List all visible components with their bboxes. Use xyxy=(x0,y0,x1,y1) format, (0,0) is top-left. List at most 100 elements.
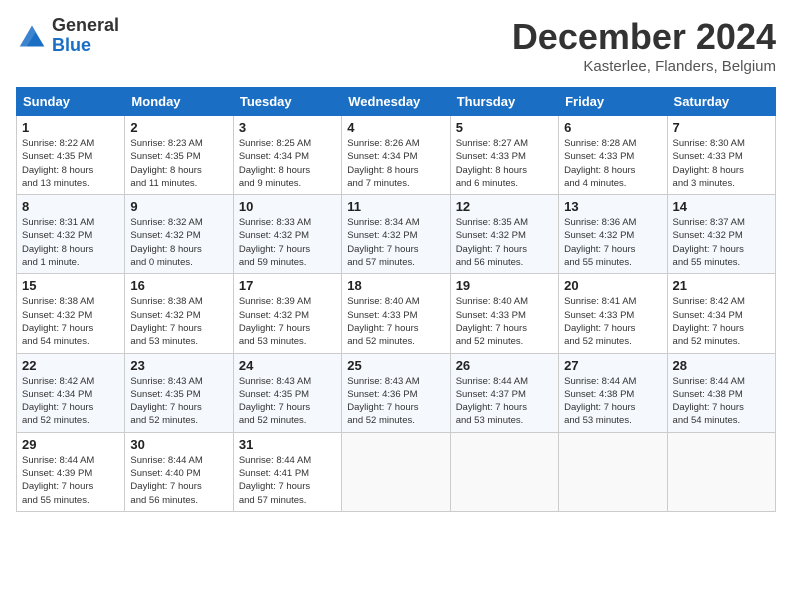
column-header-saturday: Saturday xyxy=(667,88,775,116)
calendar-cell xyxy=(450,432,558,511)
logo-blue: Blue xyxy=(52,36,119,56)
calendar-cell: 9Sunrise: 8:32 AMSunset: 4:32 PMDaylight… xyxy=(125,195,233,274)
day-info: Sunrise: 8:39 AMSunset: 4:32 PMDaylight:… xyxy=(239,295,336,348)
day-number: 11 xyxy=(347,199,444,214)
day-info: Sunrise: 8:26 AMSunset: 4:34 PMDaylight:… xyxy=(347,137,444,190)
logo-general: General xyxy=(52,16,119,36)
column-header-wednesday: Wednesday xyxy=(342,88,450,116)
day-number: 17 xyxy=(239,278,336,293)
day-info: Sunrise: 8:43 AMSunset: 4:35 PMDaylight:… xyxy=(239,375,336,428)
calendar-cell: 29Sunrise: 8:44 AMSunset: 4:39 PMDayligh… xyxy=(17,432,125,511)
calendar-cell: 16 Sunrise: 8:38 AMSunset: 4:32 PMDayligh… xyxy=(125,274,233,353)
location: Kasterlee, Flanders, Belgium xyxy=(512,58,776,75)
day-info: Sunrise: 8:36 AMSunset: 4:32 PMDaylight:… xyxy=(564,216,661,269)
day-info: Sunrise: 8:31 AMSunset: 4:32 PMDaylight:… xyxy=(22,216,119,269)
logo-icon xyxy=(16,22,48,50)
calendar-cell: 8 Sunrise: 8:31 AMSunset: 4:32 PMDaylight… xyxy=(17,195,125,274)
day-number: 15 xyxy=(22,278,119,293)
day-info: Sunrise: 8:22 AMSunset: 4:35 PMDaylight:… xyxy=(22,137,119,190)
calendar-cell: 21 Sunrise: 8:42 AMSunset: 4:34 PMDayligh… xyxy=(667,274,775,353)
day-info: Sunrise: 8:43 AMSunset: 4:35 PMDaylight:… xyxy=(130,375,227,428)
day-number: 13 xyxy=(564,199,661,214)
day-info: Sunrise: 8:34 AMSunset: 4:32 PMDaylight:… xyxy=(347,216,444,269)
day-number: 8 xyxy=(22,199,119,214)
title-block: December 2024 Kasterlee, Flanders, Belgi… xyxy=(512,16,776,75)
month-title: December 2024 xyxy=(512,16,776,58)
day-info: Sunrise: 8:35 AMSunset: 4:32 PMDaylight:… xyxy=(456,216,553,269)
calendar-week-2: 8 Sunrise: 8:31 AMSunset: 4:32 PMDaylight… xyxy=(17,195,776,274)
calendar-week-5: 29Sunrise: 8:44 AMSunset: 4:39 PMDayligh… xyxy=(17,432,776,511)
calendar-cell: 13 Sunrise: 8:36 AMSunset: 4:32 PMDayligh… xyxy=(559,195,667,274)
day-number: 9 xyxy=(130,199,227,214)
logo: General Blue xyxy=(16,16,119,56)
day-number: 26 xyxy=(456,358,553,373)
day-number: 10 xyxy=(239,199,336,214)
day-info: Sunrise: 8:33 AMSunset: 4:32 PMDaylight:… xyxy=(239,216,336,269)
calendar-week-1: 1Sunrise: 8:22 AMSunset: 4:35 PMDaylight… xyxy=(17,116,776,195)
day-info: Sunrise: 8:44 AMSunset: 4:40 PMDaylight:… xyxy=(130,454,227,507)
day-number: 24 xyxy=(239,358,336,373)
day-info: Sunrise: 8:44 AMSunset: 4:41 PMDaylight:… xyxy=(239,454,336,507)
calendar-cell: 14 Sunrise: 8:37 AMSunset: 4:32 PMDayligh… xyxy=(667,195,775,274)
calendar-cell xyxy=(667,432,775,511)
calendar-cell xyxy=(559,432,667,511)
calendar-cell: 25 Sunrise: 8:43 AMSunset: 4:36 PMDayligh… xyxy=(342,353,450,432)
calendar-cell: 22 Sunrise: 8:42 AMSunset: 4:34 PMDayligh… xyxy=(17,353,125,432)
day-info: Sunrise: 8:28 AMSunset: 4:33 PMDaylight:… xyxy=(564,137,661,190)
day-info: Sunrise: 8:42 AMSunset: 4:34 PMDaylight:… xyxy=(673,295,770,348)
calendar-cell: 10 Sunrise: 8:33 AMSunset: 4:32 PMDayligh… xyxy=(233,195,341,274)
day-number: 27 xyxy=(564,358,661,373)
calendar-cell: 26 Sunrise: 8:44 AMSunset: 4:37 PMDayligh… xyxy=(450,353,558,432)
column-header-tuesday: Tuesday xyxy=(233,88,341,116)
calendar-cell: 6Sunrise: 8:28 AMSunset: 4:33 PMDaylight… xyxy=(559,116,667,195)
column-header-monday: Monday xyxy=(125,88,233,116)
calendar-cell: 15 Sunrise: 8:38 AMSunset: 4:32 PMDayligh… xyxy=(17,274,125,353)
day-number: 7 xyxy=(673,120,770,135)
day-number: 21 xyxy=(673,278,770,293)
calendar-cell: 11 Sunrise: 8:34 AMSunset: 4:32 PMDayligh… xyxy=(342,195,450,274)
day-number: 12 xyxy=(456,199,553,214)
day-info: Sunrise: 8:42 AMSunset: 4:34 PMDaylight:… xyxy=(22,375,119,428)
day-number: 22 xyxy=(22,358,119,373)
day-number: 30 xyxy=(130,437,227,452)
day-number: 5 xyxy=(456,120,553,135)
day-info: Sunrise: 8:40 AMSunset: 4:33 PMDaylight:… xyxy=(347,295,444,348)
calendar-week-4: 22 Sunrise: 8:42 AMSunset: 4:34 PMDayligh… xyxy=(17,353,776,432)
column-header-sunday: Sunday xyxy=(17,88,125,116)
calendar-cell: 18 Sunrise: 8:40 AMSunset: 4:33 PMDayligh… xyxy=(342,274,450,353)
calendar-cell: 12 Sunrise: 8:35 AMSunset: 4:32 PMDayligh… xyxy=(450,195,558,274)
calendar-cell xyxy=(342,432,450,511)
day-info: Sunrise: 8:38 AMSunset: 4:32 PMDaylight:… xyxy=(22,295,119,348)
day-info: Sunrise: 8:37 AMSunset: 4:32 PMDaylight:… xyxy=(673,216,770,269)
day-info: Sunrise: 8:41 AMSunset: 4:33 PMDaylight:… xyxy=(564,295,661,348)
day-info: Sunrise: 8:27 AMSunset: 4:33 PMDaylight:… xyxy=(456,137,553,190)
day-info: Sunrise: 8:25 AMSunset: 4:34 PMDaylight:… xyxy=(239,137,336,190)
day-info: Sunrise: 8:44 AMSunset: 4:37 PMDaylight:… xyxy=(456,375,553,428)
day-info: Sunrise: 8:43 AMSunset: 4:36 PMDaylight:… xyxy=(347,375,444,428)
calendar-cell: 28Sunrise: 8:44 AMSunset: 4:38 PMDayligh… xyxy=(667,353,775,432)
day-number: 19 xyxy=(456,278,553,293)
page-header: General Blue December 2024 Kasterlee, Fl… xyxy=(16,16,776,75)
calendar-cell: 30 Sunrise: 8:44 AMSunset: 4:40 PMDayligh… xyxy=(125,432,233,511)
calendar-cell: 2Sunrise: 8:23 AMSunset: 4:35 PMDaylight… xyxy=(125,116,233,195)
day-number: 18 xyxy=(347,278,444,293)
day-number: 23 xyxy=(130,358,227,373)
calendar-cell: 31Sunrise: 8:44 AMSunset: 4:41 PMDayligh… xyxy=(233,432,341,511)
day-info: Sunrise: 8:44 AMSunset: 4:39 PMDaylight:… xyxy=(22,454,119,507)
day-number: 3 xyxy=(239,120,336,135)
column-header-friday: Friday xyxy=(559,88,667,116)
day-number: 20 xyxy=(564,278,661,293)
day-number: 14 xyxy=(673,199,770,214)
calendar-cell: 20 Sunrise: 8:41 AMSunset: 4:33 PMDayligh… xyxy=(559,274,667,353)
day-info: Sunrise: 8:30 AMSunset: 4:33 PMDaylight:… xyxy=(673,137,770,190)
day-number: 2 xyxy=(130,120,227,135)
day-number: 25 xyxy=(347,358,444,373)
calendar-cell: 23 Sunrise: 8:43 AMSunset: 4:35 PMDayligh… xyxy=(125,353,233,432)
logo-text: General Blue xyxy=(52,16,119,56)
day-info: Sunrise: 8:38 AMSunset: 4:32 PMDaylight:… xyxy=(130,295,227,348)
calendar-cell: 1Sunrise: 8:22 AMSunset: 4:35 PMDaylight… xyxy=(17,116,125,195)
calendar-cell: 24 Sunrise: 8:43 AMSunset: 4:35 PMDayligh… xyxy=(233,353,341,432)
column-header-thursday: Thursday xyxy=(450,88,558,116)
day-number: 16 xyxy=(130,278,227,293)
calendar-cell: 17 Sunrise: 8:39 AMSunset: 4:32 PMDayligh… xyxy=(233,274,341,353)
